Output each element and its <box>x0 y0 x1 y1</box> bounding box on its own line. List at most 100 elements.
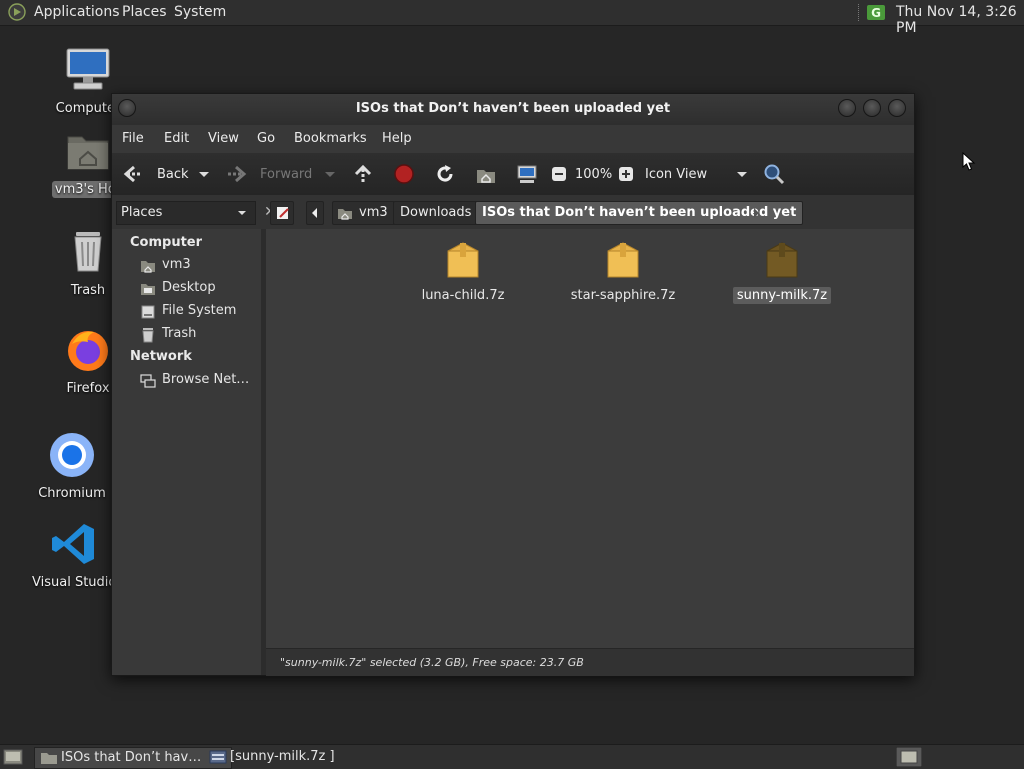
maximize-button[interactable] <box>863 99 881 117</box>
taskbar-item-file-manager[interactable]: ISOs that Don’t hav… <box>34 747 232 769</box>
trash-icon <box>142 328 154 343</box>
location-bar: Places ✕ vm3 Downloads <box>112 195 914 229</box>
file-view-area[interactable]: luna-child.7z star-sapphire.7z sunny-mil… <box>266 229 914 648</box>
reload-icon[interactable] <box>434 163 456 185</box>
file-item-selected[interactable]: sunny-milk.7z <box>717 239 847 304</box>
sidebar-item-label: Desktop <box>162 280 216 295</box>
archive-manager-icon <box>209 750 227 764</box>
mouse-cursor-icon <box>962 152 976 171</box>
sidebar-item-label: vm3 <box>162 257 191 272</box>
forward-button: Forward <box>260 167 313 182</box>
desktop-icon-label: Trash <box>70 283 106 298</box>
window-titlebar[interactable]: ISOs that Don’t haven’t been uploaded ye… <box>112 94 914 125</box>
distro-logo-icon[interactable] <box>8 3 26 21</box>
svg-text:G: G <box>871 6 881 20</box>
network-icon <box>140 374 156 388</box>
chevron-down-icon <box>238 211 246 215</box>
menubar: File Edit View Go Bookmarks Help <box>112 125 914 153</box>
breadcrumb-scroll-left[interactable] <box>306 201 324 225</box>
menu-view[interactable]: View <box>208 131 239 146</box>
toolbar: Back Forward 100% Icon View <box>112 153 914 196</box>
sidebar-type-selector[interactable]: Places <box>116 201 256 225</box>
stop-icon[interactable] <box>393 163 415 185</box>
file-manager-window: ISOs that Don’t haven’t been uploaded ye… <box>111 93 915 676</box>
breadcrumb-downloads[interactable]: Downloads <box>393 201 479 225</box>
drive-icon <box>141 305 155 319</box>
places-sidebar: Computer vm3 Desktop File System Trash N… <box>112 229 262 675</box>
file-item[interactable]: luna-child.7z <box>398 239 528 304</box>
forward-arrow-icon <box>228 165 247 183</box>
sidebar-section-computer: Computer <box>130 235 203 250</box>
home-icon <box>338 209 352 220</box>
system-menu[interactable]: System <box>174 4 226 20</box>
top-panel: Applications Places System G Thu Nov 14,… <box>0 0 1024 36</box>
forward-history-chevron-down-icon <box>325 172 335 177</box>
zoom-level: 100% <box>575 167 613 182</box>
breadcrumb-vm3[interactable]: vm3 <box>332 201 395 225</box>
minimize-button[interactable] <box>838 99 856 117</box>
archive-icon <box>447 242 479 278</box>
desktop-icon-label: Chromium <box>38 486 106 501</box>
taskbar-item-label: ISOs that Don’t hav… <box>61 750 202 765</box>
sidebar-item-label: Browse Net… <box>162 372 250 387</box>
firefox-icon <box>68 331 108 371</box>
edit-location-icon <box>277 207 289 219</box>
breadcrumb-label: ISOs that Don’t haven’t been uploaded ye… <box>482 205 797 220</box>
back-arrow-icon[interactable] <box>122 163 144 185</box>
computer-icon[interactable] <box>516 163 538 185</box>
sidebar-item-label: File System <box>162 303 237 318</box>
taskbar-item-archive-manager[interactable]: [sunny-milk.7z ] <box>204 747 390 767</box>
panel-separator <box>858 4 861 21</box>
archive-icon <box>766 242 798 278</box>
breadcrumb-label: vm3 <box>359 205 388 220</box>
back-button[interactable]: Back <box>157 167 189 182</box>
status-text: "sunny-milk.7z" selected (3.2 GB), Free … <box>280 656 584 669</box>
home-icon <box>141 261 155 273</box>
sidebar-type-label: Places <box>121 205 163 220</box>
close-button[interactable] <box>888 99 906 117</box>
menu-go[interactable]: Go <box>257 131 275 146</box>
menu-help[interactable]: Help <box>382 131 412 146</box>
archive-icon <box>607 242 639 278</box>
bottom-panel: ISOs that Don’t hav… [sunny-milk.7z ] <box>0 744 1024 769</box>
home-icon[interactable] <box>475 163 497 185</box>
file-item[interactable]: star-sapphire.7z <box>558 239 688 304</box>
sidebar-section-network: Network <box>130 349 192 364</box>
zoom-out-icon[interactable] <box>551 163 567 185</box>
search-icon[interactable] <box>763 163 785 185</box>
places-menu[interactable]: Places <box>122 4 167 20</box>
window-title: ISOs that Don’t haven’t been uploaded ye… <box>355 101 671 116</box>
chromium-icon <box>50 433 94 477</box>
file-name: star-sapphire.7z <box>570 288 676 303</box>
chevron-right-icon[interactable] <box>752 207 760 219</box>
desktop-icon <box>141 284 155 295</box>
computer-icon <box>66 48 110 90</box>
file-name: luna-child.7z <box>421 288 505 303</box>
update-notifier-icon[interactable]: G <box>866 4 886 21</box>
workspace-switcher-icon[interactable] <box>896 747 922 767</box>
taskbar-item-label: [sunny-milk.7z ] <box>230 749 335 764</box>
breadcrumb-label: Downloads <box>400 205 472 220</box>
clock[interactable]: Thu Nov 14, 3:26 PM <box>896 4 1024 36</box>
trash-icon <box>74 232 102 272</box>
view-mode-chevron-down-icon[interactable] <box>734 163 750 185</box>
desktop-icon-label: Firefox <box>66 381 110 396</box>
vscode-icon <box>52 524 94 564</box>
status-bar: "sunny-milk.7z" selected (3.2 GB), Free … <box>266 648 914 676</box>
show-desktop-icon[interactable] <box>3 748 23 766</box>
applications-menu[interactable]: Applications <box>34 4 120 20</box>
menu-bookmarks[interactable]: Bookmarks <box>294 131 367 146</box>
sidebar-item-label: Trash <box>162 326 197 341</box>
back-history-chevron-down-icon[interactable] <box>196 163 212 185</box>
menu-file[interactable]: File <box>122 131 144 146</box>
chevron-left-icon <box>312 208 317 218</box>
view-mode-selector[interactable]: Icon View <box>645 167 707 182</box>
up-arrow-icon[interactable] <box>352 163 374 185</box>
desktop-icon-vscode[interactable]: Visual Studio Co <box>29 520 138 591</box>
folder-icon <box>41 753 57 764</box>
menu-edit[interactable]: Edit <box>164 131 189 146</box>
desktop-icon-chromium[interactable]: Chromium <box>27 431 117 502</box>
zoom-in-icon[interactable] <box>618 163 634 185</box>
toggle-location-entry-button[interactable] <box>270 201 294 225</box>
file-name: sunny-milk.7z <box>732 287 832 304</box>
